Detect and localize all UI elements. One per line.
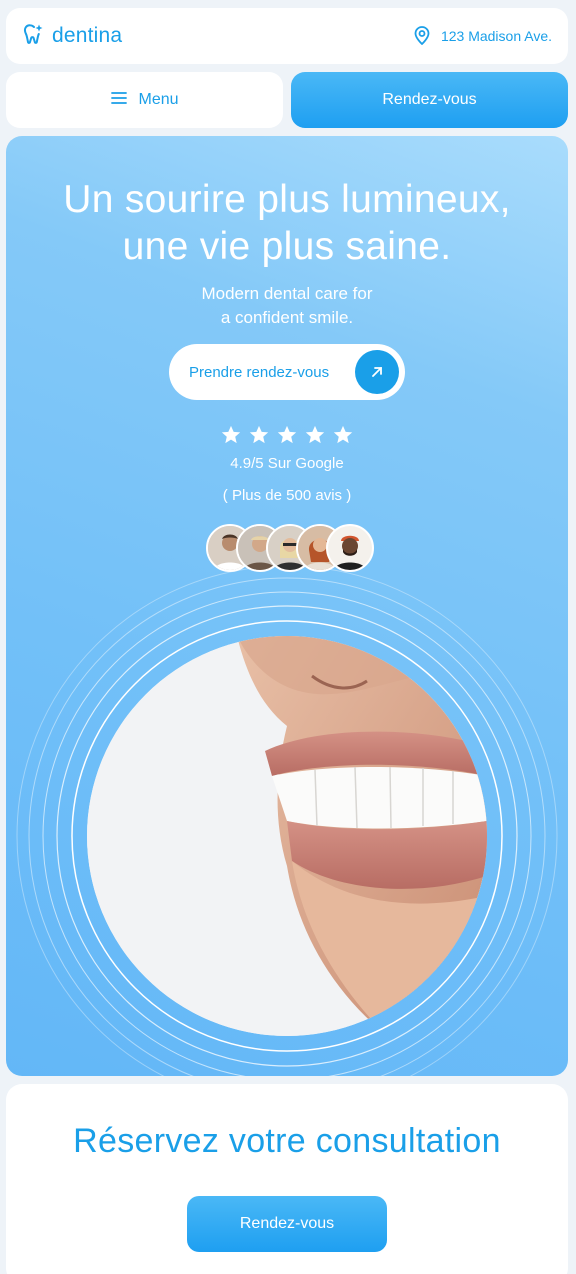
brand-logo[interactable]: dentina: [22, 22, 122, 51]
star-icon: [249, 425, 269, 444]
hero-title-line-2: une vie plus saine.: [122, 225, 452, 268]
review-count: ( Plus de 500 avis ): [222, 487, 352, 504]
top-bar: dentina 123 Madison Ave.: [6, 8, 568, 64]
address-link[interactable]: 123 Madison Ave.: [413, 25, 552, 48]
booking-title: Réservez votre consultation: [73, 1122, 501, 1160]
brand-name: dentina: [52, 24, 123, 47]
customer-avatars: [206, 524, 376, 572]
rating-stars: [6, 424, 568, 446]
hero-section: Un sourire plus lumineux, une vie plus s…: [6, 136, 568, 1076]
hero-title-line-1: Un sourire plus lumineux,: [63, 178, 511, 221]
menu-label: Menu: [138, 91, 179, 108]
star-icon: [305, 425, 325, 444]
location-pin-icon: [413, 25, 431, 48]
booking-section: Réservez votre consultation Rendez-vous: [6, 1084, 568, 1274]
hero-subtitle-line-1: Modern dental care for: [201, 284, 373, 303]
booking-button[interactable]: Rendez-vous: [187, 1196, 387, 1252]
appointment-button[interactable]: Rendez-vous: [291, 72, 568, 128]
address-text: 123 Madison Ave.: [440, 28, 552, 44]
hero-subtitle-line-2: a confident smile.: [220, 308, 354, 327]
hero-title: Un sourire plus lumineux, une vie plus s…: [6, 176, 568, 270]
smile-photo: [87, 636, 487, 1036]
menu-button[interactable]: Menu: [6, 72, 283, 128]
arrow-up-right-icon: [355, 350, 399, 394]
book-appointment-cta[interactable]: Prendre rendez-vous: [169, 344, 405, 400]
tooth-icon: [22, 22, 46, 51]
nav-row: Menu Rendez-vous: [6, 72, 568, 128]
star-icon: [221, 425, 241, 444]
google-rating: 4.9/5 Sur Google: [230, 455, 344, 472]
star-icon: [333, 425, 353, 444]
avatar: [326, 524, 374, 572]
cta-label: Prendre rendez-vous: [189, 363, 330, 381]
hero-subtitle: Modern dental care for a confident smile…: [6, 282, 568, 330]
hamburger-icon: [110, 91, 128, 110]
star-icon: [277, 425, 297, 444]
